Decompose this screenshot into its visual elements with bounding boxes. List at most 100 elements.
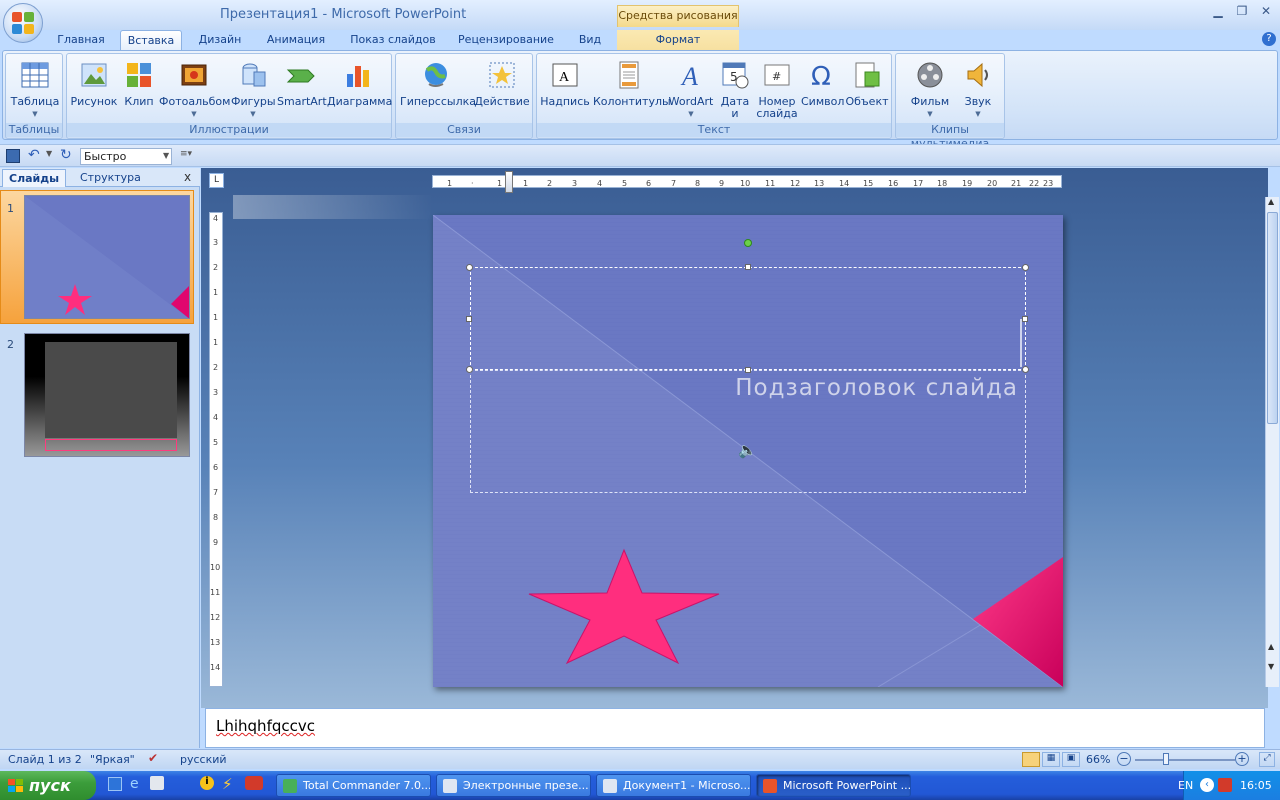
scroll-next-slide-icon[interactable]: ▼: [1268, 662, 1274, 671]
hyperlink-label: Гиперссылка: [400, 95, 476, 108]
quicklaunch-winrar-icon[interactable]: [245, 776, 263, 790]
header-footer-button[interactable]: Колонтитулы: [593, 60, 671, 108]
chart-button[interactable]: Диаграмма: [327, 60, 392, 108]
photo-album-button[interactable]: Фотоальбом ▼: [159, 60, 230, 120]
scrollbar-thumb[interactable]: [1267, 212, 1278, 424]
indent-marker[interactable]: [505, 171, 513, 193]
resize-handle-l[interactable]: [466, 316, 472, 322]
close-panel-icon[interactable]: x: [184, 170, 191, 184]
resize-handle-b[interactable]: [745, 367, 751, 373]
scroll-up-icon[interactable]: ▲: [1268, 197, 1274, 206]
shapes-button[interactable]: Фигуры ▼: [231, 60, 276, 120]
tab-animation[interactable]: Анимация: [260, 30, 332, 51]
group-links: Гиперссылка Действие Связи: [395, 53, 533, 139]
slide-number-button[interactable]: # Номер слайда: [755, 60, 799, 120]
resize-handle-tl[interactable]: [466, 264, 473, 271]
smartart-button[interactable]: SmartArt: [277, 60, 327, 108]
tab-home[interactable]: Главная: [52, 30, 110, 51]
vertical-scrollbar[interactable]: ▲ ▲ ▼: [1265, 197, 1279, 687]
svg-text:3: 3: [213, 388, 218, 397]
rotate-handle[interactable]: [744, 239, 752, 247]
sound-icon[interactable]: 🔈: [738, 441, 757, 459]
office-button[interactable]: [3, 3, 43, 43]
tab-slideshow[interactable]: Показ слайдов: [345, 30, 441, 51]
symbol-button[interactable]: Ω Символ: [801, 60, 844, 108]
resize-handle-bl[interactable]: [466, 366, 473, 373]
wordart-button[interactable]: A WordArt ▼: [667, 60, 715, 120]
slideshow-view-icon[interactable]: ▣: [1062, 752, 1080, 767]
tray-alert-icon[interactable]: [1218, 778, 1232, 792]
title-placeholder[interactable]: [470, 267, 1026, 370]
quicklaunch-explorer-icon[interactable]: [150, 776, 164, 790]
slide-canvas[interactable]: Подзаголовок слайда 🔈: [433, 215, 1063, 687]
vertical-ruler[interactable]: 4 3 2 1 1 1 2 3 4 5 6 7 8 9 10 11 12 13 14: [209, 212, 223, 687]
taskbar-item-presentations[interactable]: Электронные презе...: [436, 774, 591, 797]
input-language[interactable]: EN: [1178, 779, 1193, 792]
svg-text:1: 1: [497, 179, 502, 188]
zoom-out-icon[interactable]: −: [1117, 752, 1131, 766]
sorter-view-icon[interactable]: ▦: [1042, 752, 1060, 767]
subtitle-text[interactable]: Подзаголовок слайда: [693, 375, 1018, 401]
svg-text:1: 1: [523, 179, 528, 188]
style-combo[interactable]: Быстро: [80, 148, 172, 165]
tab-stop-icon[interactable]: L: [209, 173, 224, 188]
customize-qat-icon[interactable]: ≡▾: [180, 149, 192, 159]
save-icon[interactable]: [6, 149, 20, 163]
picture-button[interactable]: Рисунок: [69, 60, 119, 108]
normal-view-icon[interactable]: [1022, 752, 1040, 767]
clock[interactable]: 16:05: [1240, 779, 1272, 792]
action-button[interactable]: Действие: [474, 60, 530, 108]
notes-pane[interactable]: Lhihqhfqccvc: [205, 708, 1265, 748]
zoom-slider-thumb[interactable]: [1163, 753, 1170, 765]
zoom-level[interactable]: 66%: [1086, 753, 1110, 766]
maximize-button[interactable]: ❐: [1231, 4, 1253, 22]
object-button[interactable]: Объект: [845, 60, 889, 108]
undo-icon[interactable]: ↶: [28, 147, 40, 163]
quicklaunch-info-icon[interactable]: i: [200, 776, 214, 790]
taskbar-item-powerpoint[interactable]: Microsoft PowerPoint ...: [756, 774, 911, 797]
horizontal-ruler[interactable]: 1 · 1 1 2 3 4 5 6 7 8 9 10 11 12 13 14 15 16 17 18 19 20 21 22 23: [432, 175, 1062, 188]
language[interactable]: русский: [180, 753, 227, 766]
table-button[interactable]: Таблица ▼: [8, 60, 62, 120]
tab-format[interactable]: Формат: [617, 30, 739, 51]
sound-button[interactable]: Звук ▼: [958, 60, 998, 120]
slide-thumbnail-1[interactable]: [24, 195, 190, 319]
tab-slides[interactable]: Слайды: [2, 169, 67, 187]
undo-dropdown-icon[interactable]: ▼: [46, 149, 52, 158]
taskbar-item-total-commander[interactable]: Total Commander 7.0...: [276, 774, 431, 797]
tab-outline[interactable]: Структура: [74, 169, 147, 187]
quicklaunch-tool-icon[interactable]: ⚡: [222, 775, 233, 793]
quicklaunch-ie-icon[interactable]: e: [130, 776, 139, 792]
clip-button[interactable]: Клип: [121, 60, 157, 108]
title-bar: Презентация1 - Microsoft PowerPoint Сред…: [0, 0, 1280, 30]
help-icon[interactable]: ?: [1262, 32, 1276, 46]
start-button[interactable]: пуск: [0, 771, 96, 800]
minimize-button[interactable]: ▁: [1207, 4, 1229, 22]
movie-button[interactable]: Фильм ▼: [902, 60, 958, 120]
quicklaunch-desktop-icon[interactable]: [108, 777, 122, 791]
resize-handle-t[interactable]: [745, 264, 751, 270]
resize-handle-r[interactable]: [1022, 316, 1028, 322]
hyperlink-button[interactable]: Гиперссылка: [400, 60, 476, 108]
combo-dropdown-icon[interactable]: ▼: [163, 151, 169, 160]
tab-review[interactable]: Рецензирование: [452, 30, 560, 51]
resize-handle-br[interactable]: [1022, 366, 1029, 373]
close-button[interactable]: ✕: [1255, 4, 1277, 22]
tray-expand-icon[interactable]: ‹: [1200, 778, 1214, 792]
taskbar-item-word[interactable]: Документ1 - Microso...: [596, 774, 751, 797]
spellcheck-icon[interactable]: ✔: [148, 751, 158, 765]
tab-insert[interactable]: Вставка: [120, 30, 182, 51]
tab-design[interactable]: Дизайн: [192, 30, 248, 51]
notes-text[interactable]: Lhihqhfqccvc: [216, 717, 315, 735]
scroll-prev-slide-icon[interactable]: ▲: [1268, 642, 1274, 651]
tab-view[interactable]: Вид: [572, 30, 608, 51]
datetime-button[interactable]: 5 Дата и время: [717, 60, 753, 132]
fit-window-icon[interactable]: ⤢: [1259, 752, 1275, 767]
resize-handle-tr[interactable]: [1022, 264, 1029, 271]
slide-thumbnail-2[interactable]: [24, 333, 190, 457]
zoom-slider-track[interactable]: [1135, 759, 1235, 761]
textbox-button[interactable]: A Надпись: [539, 60, 591, 108]
zoom-in-icon[interactable]: +: [1235, 752, 1249, 766]
redo-icon[interactable]: ↻: [60, 147, 72, 163]
svg-text:1: 1: [213, 313, 218, 322]
